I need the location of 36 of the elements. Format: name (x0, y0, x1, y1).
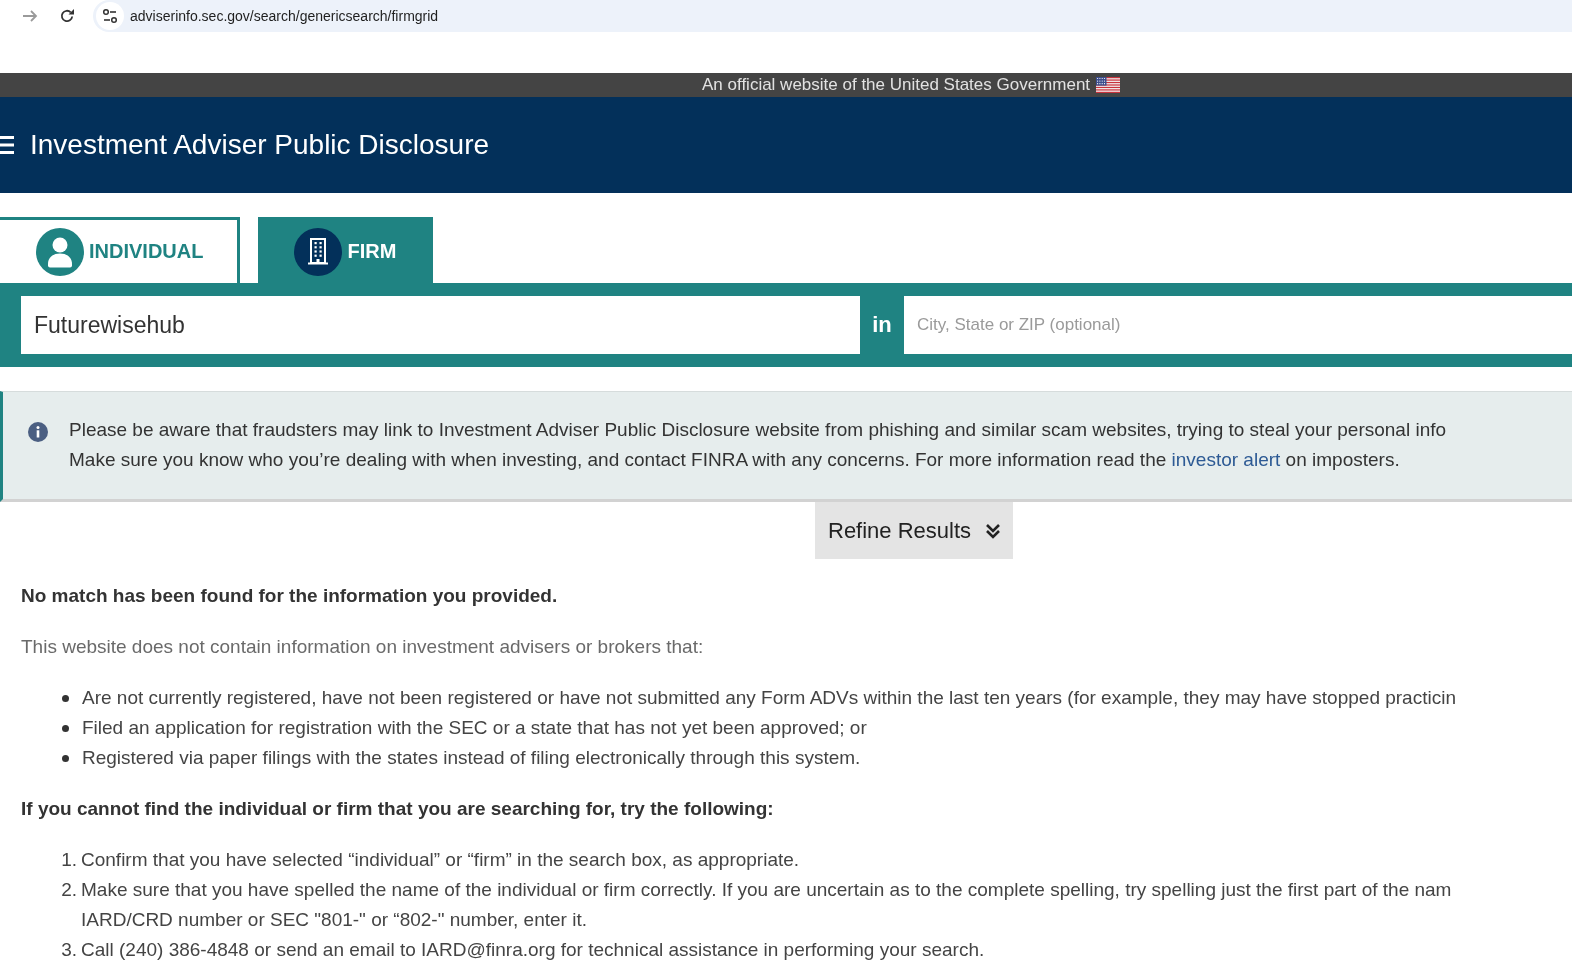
step-text: Make sure that you have spelled the name of the individual or firm correctly. If you are uncertain as to the complete spelling, try spelling just the first part of the nam IARD/CRD number or SEC "801-" or “802-" number, enter it. (81, 878, 1452, 932)
step-number: 1. (60, 848, 78, 872)
in-label: in (871, 312, 893, 338)
location-field[interactable]: City, State or ZIP (optional) (904, 296, 1572, 354)
investor-alert-link[interactable]: investor alert (1171, 449, 1281, 470)
refine-results-button[interactable]: Refine Results (815, 502, 1014, 559)
step-text: Call (240) 386-4848 or send an email to IARD@finra.org for technical assistance in performing your search. (81, 938, 985, 962)
step-text: Confirm that you have selected “individual” or “firm” in the search box, as appropriate. (81, 848, 800, 872)
step-number: 3. (60, 938, 78, 962)
reload-icon[interactable] (59, 8, 75, 24)
alert-text: Please be aware that fraudsters may link to Investment Adviser Public Disclosure website from phishing and similar scam websites, trying to steal your personal info (69, 418, 1447, 442)
flag-icon (1096, 77, 1121, 93)
search-field[interactable]: Futurewisehub (21, 296, 860, 354)
bullet-icon (62, 755, 69, 762)
address-bar[interactable]: adviserinfo.sec.gov/search/genericsearch/firmgrid (93, 0, 1572, 32)
url-text: adviserinfo.sec.gov/search/genericsearch/firmgrid (130, 8, 439, 24)
gov-banner-text: An official website of the United States Government (702, 75, 1091, 95)
list-item-text: Filed an application for registration with the SEC or a state that has not yet been approved; or (82, 716, 867, 740)
person-icon (36, 227, 84, 276)
forward-arrow-icon[interactable] (22, 8, 38, 24)
list-item-text: Are not currently registered, have not been registered or have not submitted any Form ADVs within the last ten years (for example, they may have stopped practicin (82, 686, 1456, 710)
help-heading: If you cannot find the individual or firm that you are searching for, try the following: (21, 797, 775, 821)
site-title: Investment Adviser Public Disclosure (30, 129, 490, 161)
site-settings-icon[interactable] (96, 2, 124, 30)
intro-text: This website does not contain information on investment advisers or brokers that: (21, 635, 705, 659)
step-number: 2. (60, 878, 78, 902)
building-icon (294, 227, 343, 276)
no-match-heading: No match has been found for the information you provided. (21, 584, 559, 608)
search-tab[interactable]: FIRM (258, 217, 434, 283)
bullet-icon (62, 725, 69, 732)
search-tab[interactable]: INDIVIDUAL (0, 217, 241, 283)
menu-icon[interactable] (0, 136, 14, 154)
list-item-text: Registered via paper filings with the states instead of filing electronically through this system. (82, 746, 861, 770)
alert-text: Make sure you know who you’re dealing with when investing, and contact FINRA with any concerns. For more information read the investor alert on imposters. (69, 448, 1401, 472)
bullet-icon (62, 695, 69, 702)
info-icon (28, 422, 48, 442)
